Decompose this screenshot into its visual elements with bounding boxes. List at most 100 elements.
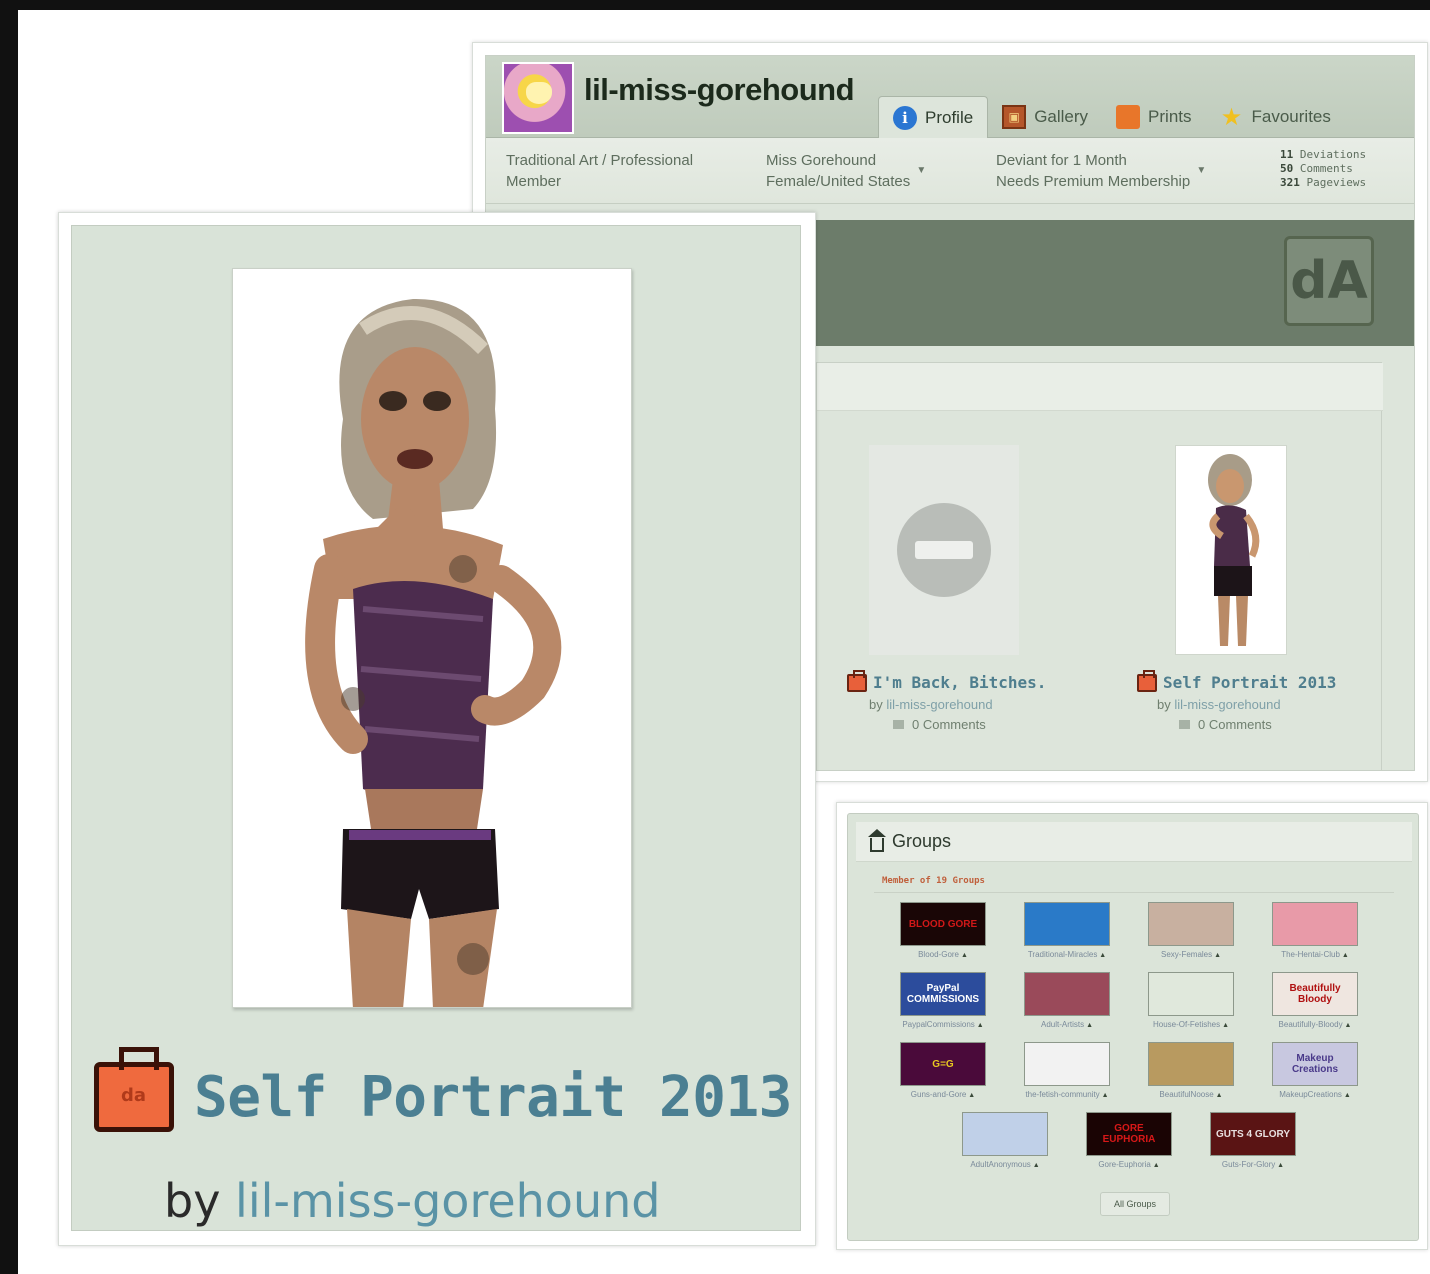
group-thumbnail[interactable] <box>1272 902 1358 946</box>
group-item[interactable]: Sexy-Females ▲ <box>1136 902 1246 959</box>
tab-favourites[interactable]: ★ Favourites <box>1206 96 1345 138</box>
tab-gallery[interactable]: ▣ Gallery <box>988 96 1102 138</box>
group-item[interactable]: Traditional-Miracles ▲ <box>1012 902 1122 959</box>
group-name-link[interactable]: MakeupCreations ▲ <box>1260 1090 1370 1099</box>
tab-profile[interactable]: i Profile <box>878 96 989 138</box>
deviation-title-text: I'm Back, Bitches. <box>873 673 1047 692</box>
group-name-link[interactable]: Guns-and-Gore ▲ <box>888 1090 998 1099</box>
group-item[interactable]: the-fetish-community ▲ <box>1012 1042 1122 1099</box>
member-role: Traditional Art / Professional Member <box>506 150 693 192</box>
group-item[interactable]: Beautifully Bloody Beautifully-Bloody ▲ <box>1260 972 1370 1029</box>
group-item[interactable]: Adult-Artists ▲ <box>1012 972 1122 1029</box>
tab-label: Profile <box>925 107 974 127</box>
stat-comments: 50 Comments <box>1280 162 1353 175</box>
deviation-title-2[interactable]: Self Portrait 2013 <box>1137 669 1336 692</box>
info-icon: i <box>893 105 917 130</box>
featured-artwork-image[interactable] <box>232 268 632 1008</box>
gallery-icon: ▣ <box>1002 105 1027 129</box>
group-name-link[interactable]: Traditional-Miracles ▲ <box>1012 950 1122 959</box>
group-name-link[interactable]: Adult-Artists ▲ <box>1012 1020 1122 1029</box>
divider <box>874 892 1394 893</box>
group-caret-icon: ▲ <box>1150 1162 1160 1169</box>
all-groups-button[interactable]: All Groups <box>1100 1192 1170 1216</box>
group-name-link[interactable]: Blood-Gore ▲ <box>888 950 998 959</box>
group-item[interactable]: PayPal COMMISSIONS PaypalCommissions ▲ <box>888 972 998 1029</box>
group-name-link[interactable]: PaypalCommissions ▲ <box>888 1020 998 1029</box>
star-icon: ★ <box>1220 103 1243 131</box>
deviation-comments-2[interactable]: 0 Comments <box>1179 717 1272 732</box>
deviation-byline-2: by lil-miss-gorehound <box>1157 697 1281 712</box>
group-name-link[interactable]: Guts-For-Glory ▲ <box>1198 1160 1308 1169</box>
group-thumbnail[interactable] <box>1148 902 1234 946</box>
group-thumbnail[interactable] <box>1024 1042 1110 1086</box>
group-name-link[interactable]: BeautifulNoose ▲ <box>1136 1090 1246 1099</box>
group-item[interactable]: House-Of-Fetishes ▲ <box>1136 972 1246 1029</box>
group-thumbnail[interactable] <box>1148 1042 1234 1086</box>
profile-username[interactable]: lil-miss-gorehound <box>584 72 855 108</box>
featured-author-link[interactable]: lil-miss-gorehound <box>235 1174 660 1228</box>
group-thumbnail[interactable]: GUTS 4 GLORY <box>1210 1112 1296 1156</box>
deviation-thumb-portrait[interactable] <box>1175 445 1287 655</box>
group-caret-icon: ▲ <box>1342 1022 1352 1029</box>
group-thumbnail[interactable] <box>962 1112 1048 1156</box>
group-thumbnail[interactable]: PayPal COMMISSIONS <box>900 972 986 1016</box>
group-thumbnail[interactable] <box>1024 972 1110 1016</box>
stat-pageviews: 321 Pageviews <box>1280 176 1367 189</box>
deviation-author-link[interactable]: lil-miss-gorehound <box>1174 697 1280 712</box>
group-name-link[interactable]: Beautifully-Bloody ▲ <box>1260 1020 1370 1029</box>
featured-title[interactable]: Self Portrait 2013 <box>194 1065 792 1130</box>
group-caret-icon: ▲ <box>966 1092 976 1099</box>
member-name-location[interactable]: Miss Gorehound Female/United States ▼ <box>766 150 926 192</box>
group-item[interactable]: AdultAnonymous ▲ <box>950 1112 1060 1169</box>
featured-title-row: Self Portrait 2013 <box>94 1047 792 1132</box>
comment-icon <box>893 720 904 729</box>
group-item[interactable]: The-Hentai-Club ▲ <box>1260 902 1370 959</box>
group-thumbnail[interactable] <box>1148 972 1234 1016</box>
group-item[interactable]: Makeup Creations MakeupCreations ▲ <box>1260 1042 1370 1099</box>
tab-label: Prints <box>1148 107 1192 126</box>
group-name-link[interactable]: House-Of-Fetishes ▲ <box>1136 1020 1246 1029</box>
group-thumbnail[interactable]: Beautifully Bloody <box>1272 972 1358 1016</box>
deviation-comments-1[interactable]: 0 Comments <box>893 717 986 732</box>
group-thumbnail-text: GORE EUPHORIA <box>1102 1123 1156 1145</box>
group-name-link[interactable]: Sexy-Females ▲ <box>1136 950 1246 959</box>
groups-widget: Groups Member of 19 Groups BLOOD GORE Blo… <box>847 813 1419 1241</box>
group-caret-icon: ▲ <box>1339 952 1349 959</box>
group-thumbnail[interactable] <box>1024 902 1110 946</box>
group-caret-icon: ▲ <box>1275 1162 1285 1169</box>
profile-meta-row: Traditional Art / Professional Member Mi… <box>486 138 1414 204</box>
group-caret-icon: ▲ <box>974 1022 984 1029</box>
group-thumbnail-text: Beautifully Bloody <box>1289 983 1341 1005</box>
groups-screenshot-panel: Groups Member of 19 Groups BLOOD GORE Blo… <box>836 802 1428 1250</box>
chevron-down-icon[interactable]: ▼ <box>916 160 926 181</box>
group-item[interactable]: BLOOD GORE Blood-Gore ▲ <box>888 902 998 959</box>
chevron-down-icon[interactable]: ▼ <box>1196 160 1206 181</box>
deviation-bag-icon <box>1137 669 1157 692</box>
group-name-link[interactable]: AdultAnonymous ▲ <box>950 1160 1060 1169</box>
group-item[interactable]: GUTS 4 GLORY Guts-For-Glory ▲ <box>1198 1112 1308 1169</box>
profile-stats: 11 Deviations 50 Comments 321 Pageviews <box>1280 148 1366 190</box>
group-thumbnail[interactable]: GORE EUPHORIA <box>1086 1112 1172 1156</box>
group-item[interactable]: GORE EUPHORIA Gore-Euphoria ▲ <box>1074 1112 1184 1169</box>
group-name-link[interactable]: The-Hentai-Club ▲ <box>1260 950 1370 959</box>
group-thumbnail[interactable]: BLOOD GORE <box>900 902 986 946</box>
deviation-thumb-blocked[interactable] <box>869 445 1019 655</box>
tab-prints[interactable]: Prints <box>1102 96 1205 138</box>
deviation-title-1[interactable]: I'm Back, Bitches. <box>847 669 1047 692</box>
prints-icon <box>1116 105 1141 129</box>
avatar[interactable] <box>502 62 574 134</box>
group-caret-icon: ▲ <box>959 952 968 959</box>
group-caret-icon: ▲ <box>1084 1022 1093 1029</box>
group-caret-icon: ▲ <box>1097 952 1107 959</box>
portrait-thumbnail-icon <box>1208 454 1260 646</box>
group-item[interactable]: BeautifulNoose ▲ <box>1136 1042 1246 1099</box>
group-name-link[interactable]: the-fetish-community ▲ <box>1012 1090 1122 1099</box>
deviation-author-link[interactable]: lil-miss-gorehound <box>886 697 992 712</box>
group-item[interactable]: G=G Guns-and-Gore ▲ <box>888 1042 998 1099</box>
group-name-link[interactable]: Gore-Euphoria ▲ <box>1074 1160 1184 1169</box>
member-deviant-status[interactable]: Deviant for 1 Month Needs Premium Member… <box>996 150 1206 192</box>
deviation-bag-icon <box>847 669 867 692</box>
group-thumbnail[interactable]: G=G <box>900 1042 986 1086</box>
group-thumbnail[interactable]: Makeup Creations <box>1272 1042 1358 1086</box>
deviations-widget: I'm Back, Bitches. by lil-miss-gorehound… <box>816 362 1383 770</box>
